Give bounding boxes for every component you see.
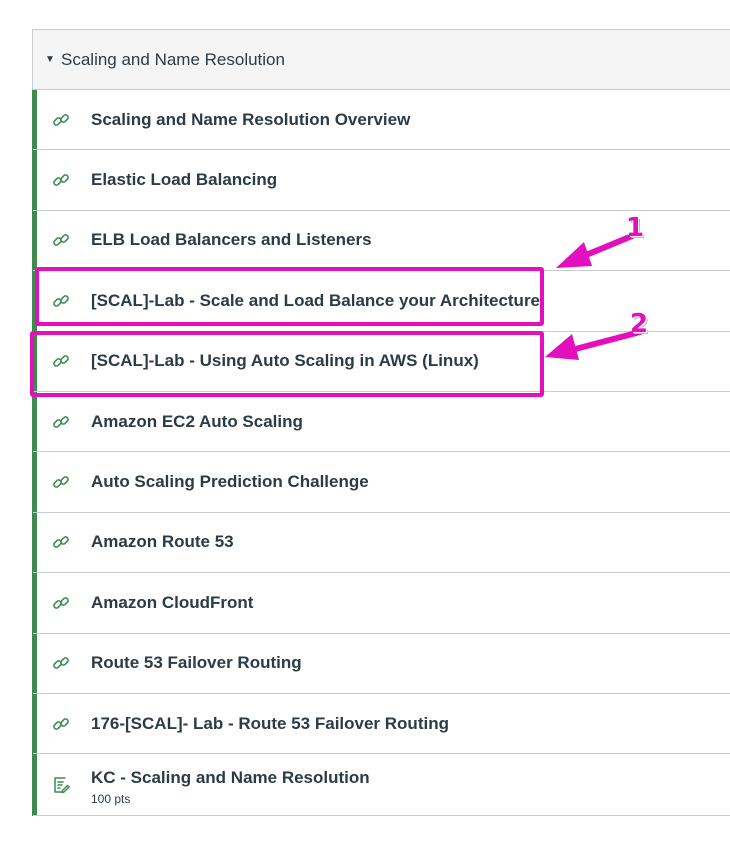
link-icon <box>51 351 71 371</box>
link-icon <box>51 170 71 190</box>
module-item-link[interactable]: KC - Scaling and Name Resolution <box>91 768 370 788</box>
module-item[interactable]: Amazon Route 53 <box>33 513 730 574</box>
module-item[interactable]: Auto Scaling Prediction Challenge <box>33 452 730 513</box>
module-scaling-and-name-resolution: ▼ Scaling and Name Resolution Scaling an… <box>32 29 730 817</box>
module-item[interactable]: Amazon EC2 Auto Scaling <box>33 392 730 453</box>
link-icon <box>51 291 71 311</box>
points-label: 100 pts <box>91 792 131 807</box>
module-item[interactable]: Elastic Load Balancing <box>33 150 730 211</box>
module-item-link[interactable]: Amazon EC2 Auto Scaling <box>91 412 303 432</box>
module-items: Scaling and Name Resolution Overview Ela… <box>32 90 730 817</box>
module-item[interactable]: 176-[SCAL]- Lab - Route 53 Failover Rout… <box>33 694 730 755</box>
link-icon <box>51 714 71 734</box>
module-item[interactable]: [SCAL]-Lab - Using Auto Scaling in AWS (… <box>33 332 730 392</box>
collapse-caret-icon[interactable]: ▼ <box>45 54 61 65</box>
link-icon <box>51 230 71 250</box>
module-item-link[interactable]: Auto Scaling Prediction Challenge <box>91 472 369 492</box>
module-item-link[interactable]: Elastic Load Balancing <box>91 170 277 190</box>
module-item[interactable]: [SCAL]-Lab - Scale and Load Balance your… <box>33 271 730 332</box>
link-icon <box>51 532 71 552</box>
quiz-icon <box>51 775 71 795</box>
module-item-link[interactable]: [SCAL]-Lab - Scale and Load Balance your… <box>91 291 540 311</box>
module-item-link[interactable]: 176-[SCAL]- Lab - Route 53 Failover Rout… <box>91 714 449 734</box>
module-item-link[interactable]: Amazon Route 53 <box>91 532 234 552</box>
module-header[interactable]: ▼ Scaling and Name Resolution <box>33 30 730 90</box>
module-item[interactable]: Amazon CloudFront <box>33 573 730 634</box>
module-item[interactable]: Scaling and Name Resolution Overview <box>33 90 730 151</box>
module-item-link[interactable]: Amazon CloudFront <box>91 593 253 613</box>
link-icon <box>51 472 71 492</box>
link-icon <box>51 593 71 613</box>
callout-number-2: 2 <box>630 309 649 339</box>
module-item-link[interactable]: ELB Load Balancers and Listeners <box>91 230 372 250</box>
module-item-link[interactable]: Route 53 Failover Routing <box>91 653 302 673</box>
module-item-quiz[interactable]: KC - Scaling and Name Resolution 100 pts <box>33 754 730 817</box>
link-icon <box>51 412 71 432</box>
module-title: Scaling and Name Resolution <box>61 49 285 69</box>
module-item[interactable]: Route 53 Failover Routing <box>33 634 730 694</box>
link-icon <box>51 110 71 130</box>
link-icon <box>51 653 71 673</box>
module-item-link[interactable]: Scaling and Name Resolution Overview <box>91 110 410 130</box>
module-item-link[interactable]: [SCAL]-Lab - Using Auto Scaling in AWS (… <box>91 351 479 371</box>
callout-number-1: 1 <box>626 213 645 243</box>
